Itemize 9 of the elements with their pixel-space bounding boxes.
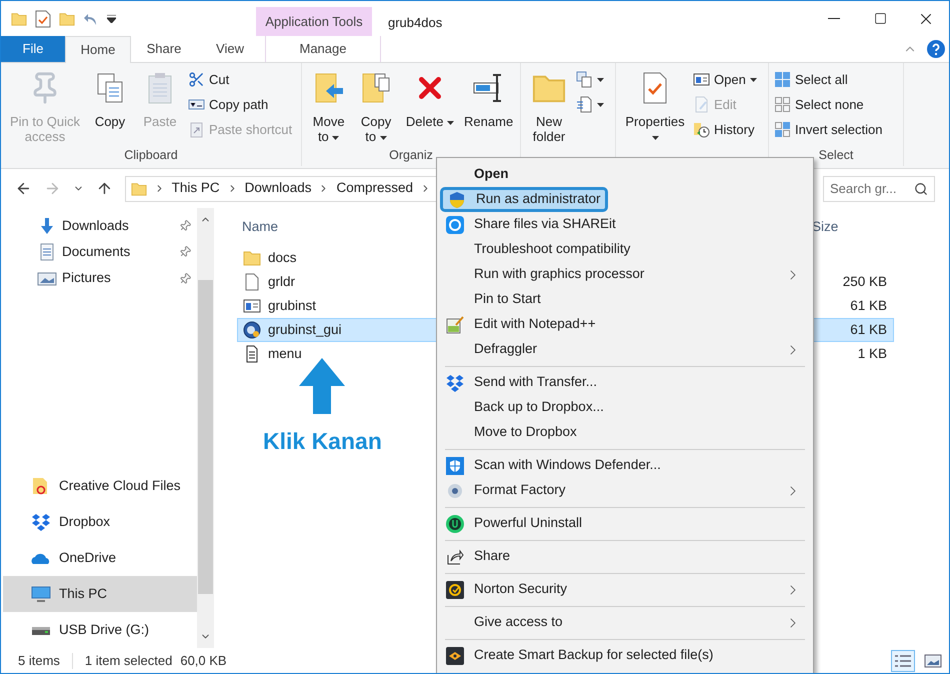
status-text: 1 item selected xyxy=(84,652,172,670)
status-text: 60,0 KB xyxy=(180,652,227,670)
window-title: grub4dos xyxy=(388,14,442,32)
group-label: Select xyxy=(818,147,854,164)
group-label: Clipboard xyxy=(123,147,179,164)
status-text: 5 items xyxy=(18,652,60,670)
context-tab-group: Application Tools xyxy=(256,7,372,36)
group-label: Organiz xyxy=(388,147,434,164)
annotation-label: Klik Kanan xyxy=(263,427,382,456)
